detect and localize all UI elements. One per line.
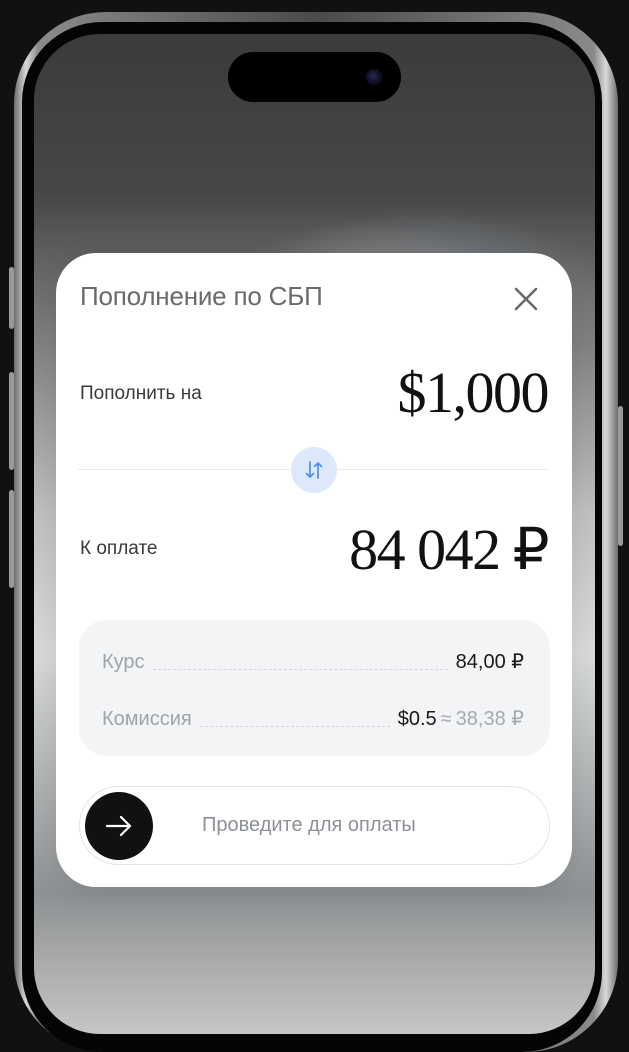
fee-converted: 38,38 ₽ bbox=[455, 708, 524, 730]
payment-label: К оплате bbox=[80, 538, 158, 559]
rate-row: Курс 84,00 ₽ bbox=[102, 646, 524, 674]
approx-sign: ≈ bbox=[440, 708, 452, 730]
details-panel: Курс 84,00 ₽ Комиссия $0.5 ≈ 38,38 ₽ bbox=[79, 620, 550, 756]
topup-label: Пополнить на bbox=[80, 383, 202, 404]
action-button bbox=[9, 267, 14, 329]
payment-amount[interactable]: 84 042 ₽ bbox=[349, 515, 549, 583]
slider-label: Проведите для оплаты bbox=[202, 814, 416, 836]
arrow-right-icon bbox=[105, 815, 132, 837]
swap-arrows-icon bbox=[305, 461, 323, 479]
volume-down-button bbox=[9, 490, 14, 588]
sbp-topup-modal: Пополнение по СБП Пополнить на $1,000 К … bbox=[56, 253, 572, 887]
dotted-leader bbox=[199, 725, 390, 727]
power-button bbox=[618, 406, 623, 546]
fee-row: Комиссия $0.5 ≈ 38,38 ₽ bbox=[102, 703, 524, 731]
swipe-to-pay-slider[interactable]: Проведите для оплаты bbox=[79, 786, 550, 865]
modal-title: Пополнение по СБП bbox=[80, 281, 323, 311]
rate-value: 84,00 ₽ bbox=[455, 651, 524, 673]
front-camera bbox=[366, 69, 382, 85]
swap-button[interactable] bbox=[291, 447, 337, 493]
fee-label: Комиссия bbox=[102, 708, 192, 730]
fee-value: $0.5 bbox=[397, 708, 437, 730]
slider-knob[interactable] bbox=[85, 792, 153, 860]
topup-amount[interactable]: $1,000 bbox=[398, 359, 550, 426]
dotted-leader bbox=[152, 668, 448, 670]
close-icon[interactable] bbox=[511, 284, 541, 314]
volume-up-button bbox=[9, 372, 14, 470]
rate-label: Курс bbox=[102, 651, 145, 673]
